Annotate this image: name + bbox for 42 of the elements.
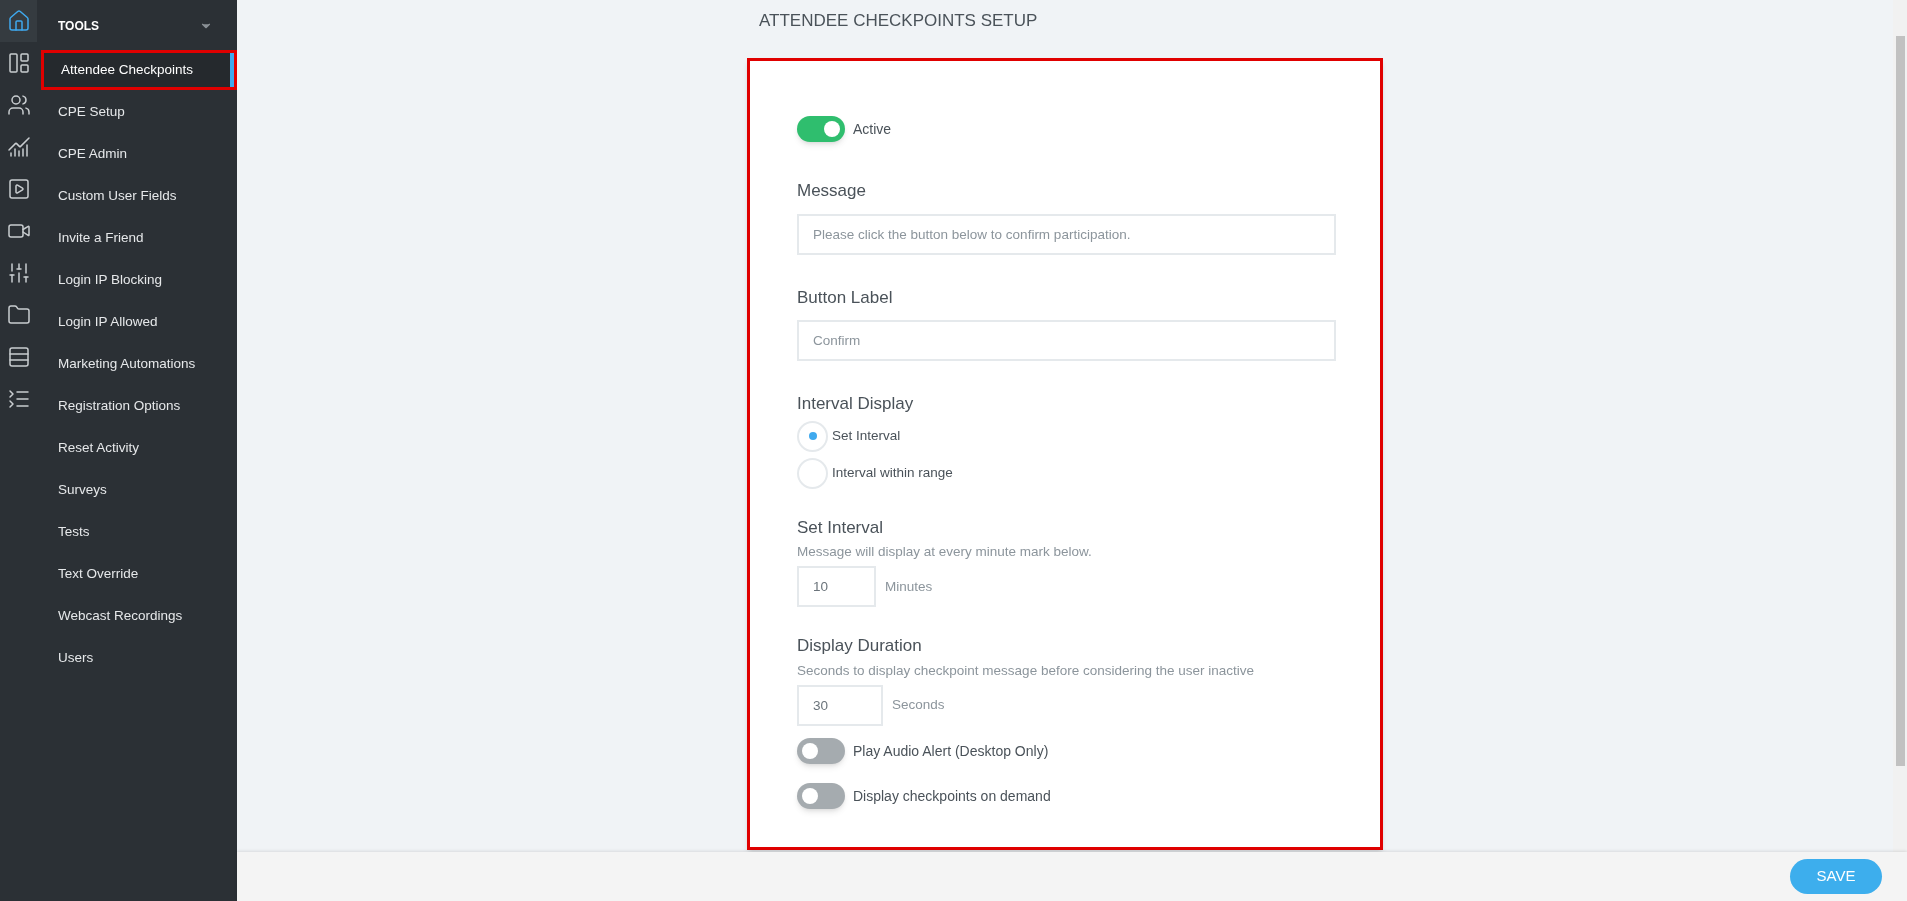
message-field[interactable]: Please click the button below to confirm participation. bbox=[797, 213, 1336, 255]
number-field[interactable]: 30 bbox=[797, 685, 883, 726]
toggle-switch[interactable] bbox=[797, 116, 845, 142]
sidebar-item[interactable]: Marketing Automations bbox=[41, 344, 229, 384]
toggle-label: Play Audio Alert (Desktop Only) bbox=[853, 741, 1049, 761]
help-text: Message will display at every minute mark below. bbox=[797, 543, 1093, 561]
sidebar-item[interactable]: CPE Setup bbox=[41, 92, 229, 132]
radio-label: Set Interval bbox=[832, 426, 901, 445]
sidebar-item[interactable]: Login IP Blocking bbox=[41, 260, 229, 300]
unit-label: Seconds bbox=[892, 696, 945, 715]
radio-button[interactable] bbox=[797, 420, 828, 452]
field-label: Message bbox=[797, 180, 867, 202]
button-label-field[interactable]: Confirm bbox=[797, 320, 1336, 361]
sidebar-heading: TOOLS bbox=[58, 18, 100, 35]
number-field[interactable]: 10 bbox=[797, 566, 876, 608]
radio-button[interactable] bbox=[797, 457, 828, 489]
page-title: ATTENDEE CHECKPOINTS SETUP bbox=[758, 10, 1039, 32]
sidebar-item[interactable]: Surveys bbox=[41, 470, 229, 510]
field-label: Set Interval bbox=[797, 516, 884, 539]
sidebar-item[interactable]: CPE Admin bbox=[41, 134, 229, 174]
sidebar-item[interactable]: Webcast Recordings bbox=[41, 596, 229, 636]
radio-label: Interval within range bbox=[832, 463, 953, 482]
help-text: Seconds to display checkpoint message before considering the user inactive bbox=[797, 661, 1256, 680]
toggle-label: Active bbox=[853, 119, 892, 139]
home-icon[interactable] bbox=[0, 0, 37, 42]
sidebar-item[interactable]: Tests bbox=[41, 512, 229, 552]
field-label: Button Label bbox=[797, 286, 894, 309]
sidebar-item[interactable]: Users bbox=[41, 638, 229, 678]
sidebar-item[interactable]: Attendee Checkpoints bbox=[41, 50, 237, 90]
sidebar-item[interactable]: Custom User Fields bbox=[41, 176, 229, 216]
sidebar-item[interactable]: Registration Options bbox=[41, 386, 229, 426]
field-label: Interval Display bbox=[797, 393, 915, 415]
unit-label: Minutes bbox=[885, 577, 933, 596]
toggle-switch[interactable] bbox=[797, 783, 845, 809]
sidebar-item[interactable]: Login IP Allowed bbox=[41, 302, 229, 342]
scrollbar[interactable] bbox=[1893, 0, 1907, 852]
toggle-switch[interactable] bbox=[797, 738, 845, 764]
field-label: Display Duration bbox=[797, 635, 923, 658]
sidebar-item[interactable]: Reset Activity bbox=[41, 428, 229, 468]
sidebar-item[interactable]: Text Override bbox=[41, 554, 229, 594]
sidebar-item[interactable]: Invite a Friend bbox=[41, 218, 229, 258]
toggle-label: Display checkpoints on demand bbox=[853, 786, 1051, 806]
